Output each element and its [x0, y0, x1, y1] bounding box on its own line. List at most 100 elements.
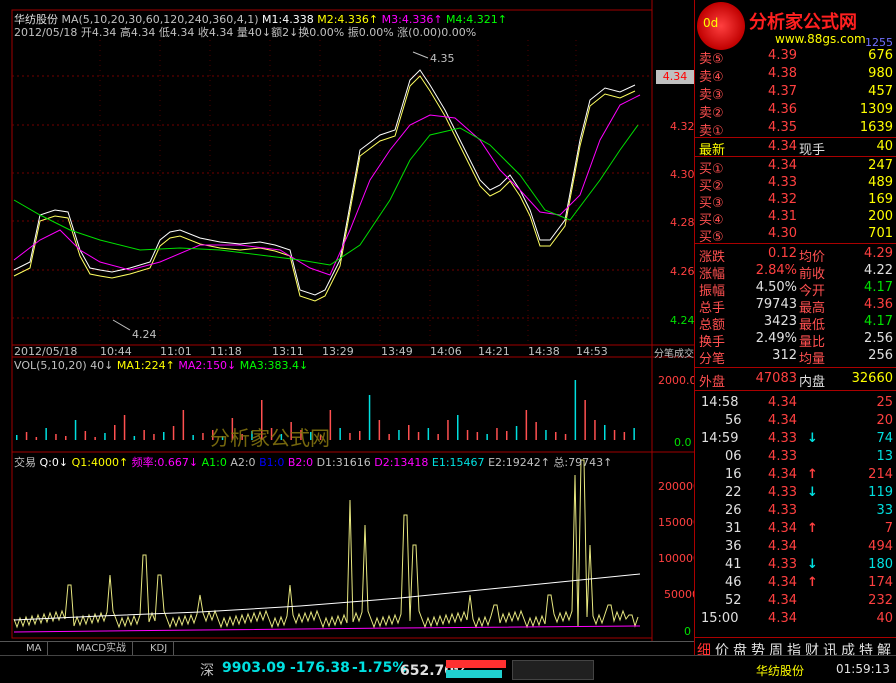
intraday-chart[interactable]: 4.35 4.24 华纺股份 MA(5,10,20,30,60,120,240,… [0, 0, 700, 641]
separator [695, 156, 896, 157]
status-bar: 深 9903.09 -176.38 -1.75% 652.70亿 华纺股份 01… [0, 655, 896, 683]
tick-row[interactable]: 46 4.34 ↑ 174 [695, 575, 896, 591]
sell-4-label: 卖④ [699, 70, 724, 85]
sell-row-3[interactable]: 卖③ 4.37 457 [695, 84, 896, 103]
tick-price: 4.34 [768, 395, 797, 410]
tab-kdj[interactable]: KDJ [144, 642, 175, 656]
sell-row-5[interactable]: 卖⑤ 4.39 676 [695, 48, 896, 67]
vol-bar [65, 436, 67, 440]
vol-bar [486, 434, 488, 440]
buy-row-1[interactable]: 买① 4.34 247 [695, 158, 896, 177]
vol-bar [594, 420, 596, 440]
grid-lines [12, 40, 652, 345]
tick-vol: 13 [876, 449, 893, 464]
tick-vol: 40 [876, 611, 893, 626]
tick-row[interactable]: 26 4.33 33 [695, 503, 896, 519]
sell-row-4[interactable]: 卖④ 4.38 980 [695, 66, 896, 85]
vol-bar [192, 435, 194, 440]
tick-row[interactable]: 15:00 4.34 40 [695, 611, 896, 627]
vol-bar [143, 430, 145, 440]
outer-label: 外盘 [699, 375, 726, 390]
tick-row[interactable]: 52 4.34 232 [695, 593, 896, 609]
tick-row[interactable]: 36 4.34 494 [695, 539, 896, 555]
tick-price: 4.34 [768, 467, 797, 482]
vol-bar [45, 428, 47, 440]
time-axis-1044: 10:44 [100, 345, 132, 358]
price-lines [13, 69, 641, 302]
tick-vol: 232 [868, 593, 893, 608]
tick-price: 4.34 [768, 611, 797, 626]
vol-axis-2000: 2000.0 [658, 374, 697, 387]
current-price-tag: 4.34 [656, 70, 694, 84]
vol-ma2: MA2:150↓ [178, 359, 237, 372]
buy-row-2[interactable]: 买② 4.33 489 [695, 175, 896, 194]
sell-4-vol: 980 [868, 66, 893, 81]
vol-bar [525, 410, 528, 440]
vol-bar [515, 426, 518, 440]
trade-freq: 频率:0.667↓ [131, 456, 199, 469]
current-hand-vol: 40 [876, 139, 893, 154]
latest-row[interactable]: 最新 4.34 现手 40 [695, 139, 896, 158]
tick-vol: 214 [868, 467, 893, 482]
sell-row-1[interactable]: 卖① 4.35 1639 [695, 120, 896, 139]
tick-price: 4.33 [768, 449, 797, 464]
tick-vol: 33 [876, 503, 893, 518]
latest-price: 4.34 [768, 139, 797, 154]
separator [695, 390, 896, 391]
tick-arrow-icon: ↓ [807, 557, 818, 572]
vol-bar [555, 432, 557, 440]
index-pct: -1.75% [352, 660, 407, 676]
tick-row[interactable]: 56 4.34 20 [695, 413, 896, 429]
vol-bar [388, 434, 390, 440]
tick-row[interactable]: 31 4.34 ↑ 7 [695, 521, 896, 537]
trade-a1: A1:0 [201, 456, 227, 469]
buy-row-4[interactable]: 买④ 4.31 200 [695, 209, 896, 228]
tick-price: 4.33 [768, 485, 797, 500]
stat-value-1: 2.84% [755, 263, 797, 278]
chart-canvas[interactable]: 4.35 4.24 [0, 0, 694, 641]
tick-vol: 25 [876, 395, 893, 410]
buy-5-vol: 701 [868, 226, 893, 241]
vol-bar [506, 431, 508, 440]
tick-row[interactable]: 16 4.34 ↑ 214 [695, 467, 896, 483]
inner-value: 32660 [851, 371, 893, 386]
index-value: 9903.09 [222, 660, 286, 676]
tick-row[interactable]: 06 4.33 13 [695, 449, 896, 465]
trade-total: 总:79743↑ [553, 456, 613, 469]
stat-row: 总手 79743 最高 4.36 [695, 297, 896, 316]
vol-params: VOL(5,10,20) 40↓ [14, 359, 114, 372]
time-axis-1421: 14:21 [478, 345, 510, 358]
buy-row-3[interactable]: 买③ 4.32 169 [695, 192, 896, 211]
stat-value-2: 4.17 [864, 314, 893, 329]
stat-value-1: 2.49% [755, 331, 797, 346]
trade-header: 交易 Q:0↓ Q1:4000↑ 频率:0.667↓ A1:0 A2:0 B1:… [14, 454, 612, 470]
vol-bar [202, 433, 204, 440]
stat-value-1: 79743 [755, 297, 797, 312]
outer-value: 47083 [755, 371, 797, 386]
stat-row: 换手 2.49% 量比 2.56 [695, 331, 896, 350]
sell-row-2[interactable]: 卖② 4.36 1309 [695, 102, 896, 121]
tick-row[interactable]: 41 4.33 ↓ 180 [695, 557, 896, 573]
trade-base-line [13, 625, 641, 633]
tick-trade-label[interactable]: 分笔成交 [654, 345, 694, 360]
sell-3-vol: 457 [868, 84, 893, 99]
price-axis-4-24: 4.24 [670, 314, 695, 327]
tick-row[interactable]: 22 4.33 ↓ 119 [695, 485, 896, 501]
time-axis-1349: 13:49 [381, 345, 413, 358]
advance-bar [446, 660, 506, 668]
tick-price: 4.34 [768, 539, 797, 554]
vol-ma3: MA3:383.4↓ [239, 359, 309, 372]
chart-frame [11, 9, 653, 639]
tab-ma[interactable]: MA [20, 642, 49, 656]
buy-1-price: 4.34 [768, 158, 797, 173]
tick-price: 4.34 [768, 593, 797, 608]
trade-d2: D2:13418 [374, 456, 429, 469]
trade-b2: B2:0 [287, 456, 314, 469]
tick-row[interactable]: 14:59 4.33 ↓ 74 [695, 431, 896, 447]
buy-2-vol: 489 [868, 175, 893, 190]
low-mark-pointer [112, 319, 131, 331]
ma2-line [13, 75, 636, 302]
tick-row[interactable]: 14:58 4.34 25 [695, 395, 896, 411]
tab-macd[interactable]: MACD实战 [70, 642, 133, 656]
buy-row-5[interactable]: 买⑤ 4.30 701 [695, 226, 896, 245]
